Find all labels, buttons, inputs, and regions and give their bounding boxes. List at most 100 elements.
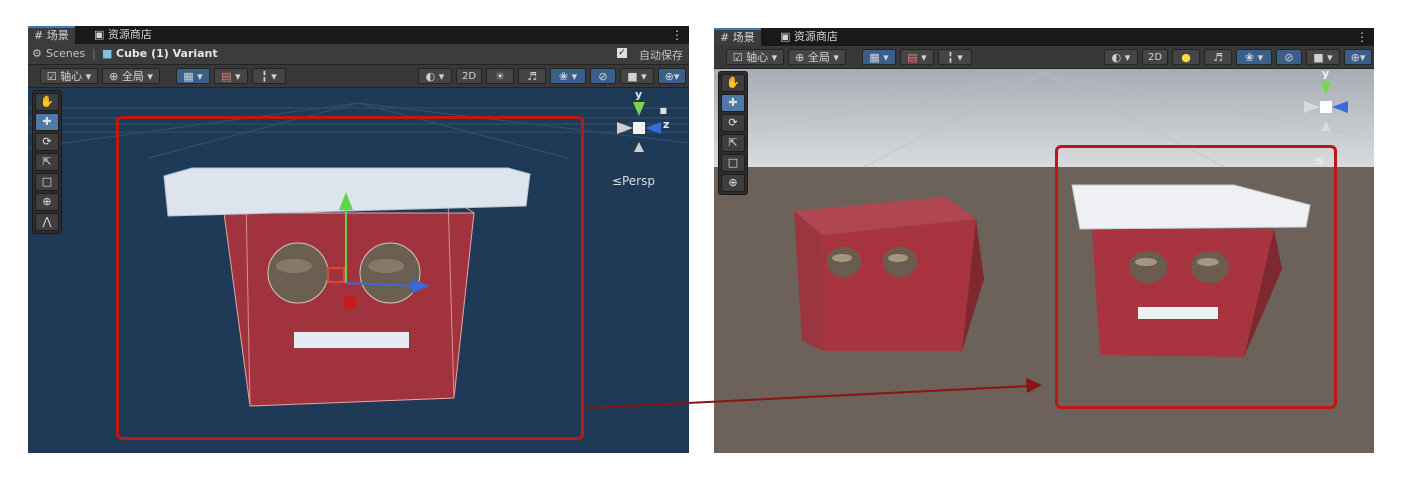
- camera-icon: ■: [627, 70, 638, 83]
- transform-tool-icon[interactable]: ⊕: [35, 193, 59, 211]
- align-icon: ╏: [947, 51, 954, 64]
- mode-2d-button-right[interactable]: 2D: [1142, 49, 1168, 65]
- cube-left-face[interactable]: [822, 219, 976, 351]
- more-menu-icon[interactable]: ⋮: [671, 28, 683, 42]
- tab-scene[interactable]: # 场景: [28, 26, 75, 44]
- bag-icon: ▣: [94, 28, 105, 41]
- align-icon: ╏: [261, 70, 268, 83]
- breadcrumb-scenes[interactable]: Scenes: [46, 47, 85, 60]
- shading-icon: ◐: [1111, 51, 1122, 64]
- shading-mode-button-right[interactable]: ◐ ▾: [1104, 49, 1138, 65]
- gizmo-icon: ⊕: [664, 70, 674, 83]
- shading-mode-button[interactable]: ◐ ▾: [418, 68, 452, 84]
- camera-icon: ■: [1313, 51, 1324, 64]
- hand-tool-icon[interactable]: ✋: [721, 74, 745, 92]
- hidden-eye-icon: ⊘: [598, 70, 608, 83]
- gizmos-button[interactable]: ⊕▾: [658, 68, 686, 84]
- grid-snap-icon: ▦: [183, 70, 194, 83]
- gizmo-icon: ⊕: [1350, 51, 1360, 64]
- tab-scene-right[interactable]: # 场景: [714, 28, 761, 46]
- effects-icon: ❀: [558, 70, 569, 83]
- snap-icon: ▤: [907, 51, 918, 64]
- axis-gizmo-icon: [1304, 81, 1348, 131]
- cube-left-eye-2[interactable]: [883, 247, 917, 277]
- scene-panel: # 场景 ▣ 资源商店 ⋮ ☑ 轴心 ▾ ⊕ 全局 ▾ ▦ ▾ ▤ ▾ ╏ ▾ …: [714, 28, 1374, 453]
- scene-tools-palette-right: ✋ ✚ ⟳ ⇱ □ ⊕: [718, 71, 748, 195]
- audio-button-right[interactable]: ♬: [1204, 49, 1232, 65]
- gizmo-y-label: y: [635, 88, 643, 101]
- transform-tool-icon[interactable]: ⊕: [721, 174, 745, 192]
- scale-tool-icon[interactable]: ⇱: [35, 153, 59, 171]
- pivot-icon: ☑: [46, 70, 57, 83]
- audio-button[interactable]: ♬: [518, 68, 546, 84]
- scene-toolbar-right: ☑ 轴心 ▾ ⊕ 全局 ▾ ▦ ▾ ▤ ▾ ╏ ▾ ◐ ▾ 2D ● ♬ ❀ ▾…: [714, 46, 1374, 69]
- globe-icon: ⊕: [109, 70, 119, 83]
- hidden-eye-icon: ⊘: [1284, 51, 1294, 64]
- lighting-button[interactable]: ☀: [486, 68, 514, 84]
- camera-button[interactable]: ■ ▾: [620, 68, 654, 84]
- visibility-button-right[interactable]: ⊘: [1276, 49, 1302, 65]
- scene-toolbar: ☑ 轴心 ▾ ⊕ 全局 ▾ ▦ ▾ ▤ ▾ ╏ ▾ ◐ ▾ 2D ☀ ♬ ❀ ▾…: [28, 65, 689, 88]
- rotate-tool-icon[interactable]: ⟳: [35, 133, 59, 151]
- more-menu-icon[interactable]: ⋮: [1356, 30, 1368, 44]
- effects-icon: ❀: [1244, 51, 1255, 64]
- gizmo-z-label: z: [663, 118, 670, 131]
- global-toggle[interactable]: ⊕ 全局 ▾: [102, 68, 160, 84]
- rect-tool-icon[interactable]: □: [721, 154, 745, 172]
- scenes-icon: ⚙: [32, 47, 42, 60]
- align-button[interactable]: ╏ ▾: [252, 68, 286, 84]
- breadcrumb-prefab[interactable]: Cube (1) Variant: [116, 47, 218, 60]
- visibility-button[interactable]: ⊘: [590, 68, 616, 84]
- grid-snap-button-right[interactable]: ▦ ▾: [862, 49, 896, 65]
- grid-snap-button[interactable]: ▦ ▾: [176, 68, 210, 84]
- align-button-right[interactable]: ╏ ▾: [938, 49, 972, 65]
- hand-tool-icon[interactable]: ✋: [35, 93, 59, 111]
- gizmos-button-right[interactable]: ⊕▾: [1344, 49, 1372, 65]
- axis-gizmo-icon: [617, 102, 661, 152]
- tab-bar: # 场景 ▣ 资源商店 ⋮: [28, 26, 689, 44]
- effects-button-right[interactable]: ❀ ▾: [1236, 49, 1272, 65]
- prefab-scene-panel: # 场景 ▣ 资源商店 ⋮ ⚙ Scenes | ■ Cube (1) Vari…: [28, 26, 689, 453]
- tab-asset-store-label: 资源商店: [107, 28, 152, 41]
- cube-left-eye-1[interactable]: [827, 247, 861, 277]
- tab-scene-label: 场景: [46, 29, 69, 42]
- autosave-label: 自动保存: [639, 49, 683, 62]
- lock-icon[interactable]: ■: [659, 106, 667, 115]
- global-label: 全局: [121, 70, 144, 83]
- increment-snap-button-right[interactable]: ▤ ▾: [900, 49, 934, 65]
- light-bulb-icon: ●: [1181, 51, 1191, 64]
- tab-asset-store[interactable]: ▣ 资源商店: [88, 26, 158, 44]
- lighting-button-right[interactable]: ●: [1172, 49, 1200, 65]
- rect-tool-icon[interactable]: □: [35, 173, 59, 191]
- global-toggle-right[interactable]: ⊕ 全局 ▾: [788, 49, 846, 65]
- prefab-highlight-box: [116, 116, 584, 440]
- orientation-gizmo-right[interactable]: y: [1296, 69, 1356, 135]
- move-tool-icon[interactable]: ✚: [35, 113, 59, 131]
- light-icon: ☀: [495, 70, 505, 83]
- mode-2d-button[interactable]: 2D: [456, 68, 482, 84]
- rotate-tool-icon[interactable]: ⟳: [721, 114, 745, 132]
- orientation-gizmo[interactable]: y z: [609, 88, 670, 156]
- grid-icon: #: [34, 29, 44, 42]
- tab-asset-store-right[interactable]: ▣ 资源商店: [774, 28, 844, 46]
- bag-icon: ▣: [780, 30, 791, 43]
- move-tool-icon[interactable]: ✚: [721, 94, 745, 112]
- breadcrumb: ⚙ Scenes | ■ Cube (1) Variant ✓ 自动保存: [28, 44, 689, 65]
- tab-bar-right: # 场景 ▣ 资源商店 ⋮: [714, 28, 1374, 46]
- effects-button[interactable]: ❀ ▾: [550, 68, 586, 84]
- perspective-label[interactable]: ≤Persp: [612, 174, 655, 188]
- custom-tool-icon[interactable]: ⋀: [35, 213, 59, 231]
- pivot-toggle[interactable]: ☑ 轴心 ▾: [40, 68, 98, 84]
- pivot-toggle-right[interactable]: ☑ 轴心 ▾: [726, 49, 784, 65]
- snap-icon: ▤: [221, 70, 232, 83]
- increment-snap-button[interactable]: ▤ ▾: [214, 68, 248, 84]
- breadcrumb-separator: |: [92, 47, 96, 60]
- autosave-checkbox[interactable]: ✓: [617, 48, 627, 58]
- scale-tool-icon[interactable]: ⇱: [721, 134, 745, 152]
- camera-button-right[interactable]: ■ ▾: [1306, 49, 1340, 65]
- globe-icon: ⊕: [795, 51, 805, 64]
- variant-highlight-box: [1055, 145, 1337, 409]
- tab-asset-store-right-label: 资源商店: [793, 30, 838, 43]
- grid-icon: #: [720, 31, 730, 44]
- global-label-right: 全局: [807, 51, 830, 64]
